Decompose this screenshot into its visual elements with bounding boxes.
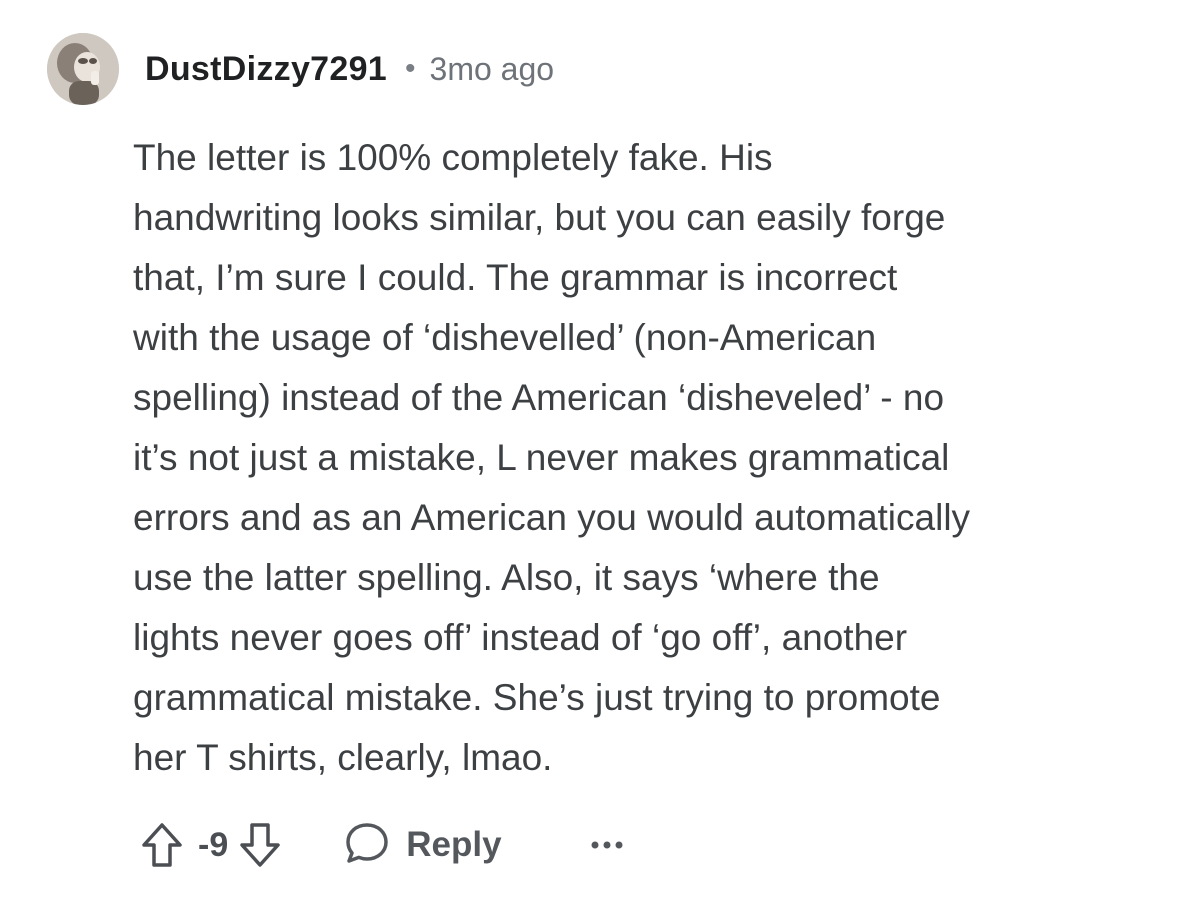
author-name[interactable]: DustDizzy7291 xyxy=(145,50,387,89)
comment-actions: -9 Reply xyxy=(140,815,624,875)
reply-button[interactable]: Reply xyxy=(344,820,502,871)
separator-dot: • xyxy=(405,52,416,85)
more-dots-icon[interactable] xyxy=(590,839,624,851)
comment-body: The letter is 100% completely fake. His … xyxy=(133,137,971,778)
upvote-arrow-icon[interactable] xyxy=(140,821,184,869)
timestamp[interactable]: 3mo ago xyxy=(430,51,555,88)
speech-bubble-icon xyxy=(344,820,390,871)
downvote-arrow-icon[interactable] xyxy=(238,821,282,869)
vote-count: -9 xyxy=(198,825,229,864)
comment-header: DustDizzy7291 • 3mo ago xyxy=(47,33,554,105)
user-avatar[interactable] xyxy=(47,33,119,105)
comment: DustDizzy7291 • 3mo ago The letter is 10… xyxy=(0,0,1179,905)
reply-label: Reply xyxy=(406,825,502,864)
